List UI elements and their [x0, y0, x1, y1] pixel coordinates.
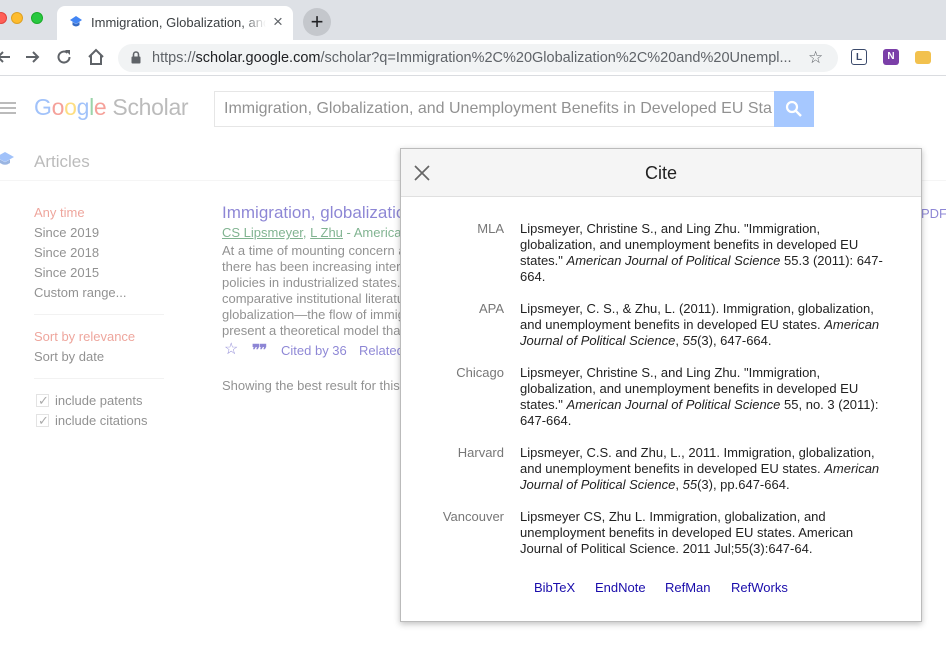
back-arrow-icon[interactable]	[0, 47, 14, 67]
refworks-link[interactable]: RefWorks	[731, 580, 788, 595]
bibtex-link[interactable]: BibTeX	[534, 580, 575, 595]
citation-text[interactable]: Lipsmeyer, C.S. and Zhu, L., 2011. Immig…	[520, 445, 892, 493]
export-links: BibTeX EndNote RefMan RefWorks	[401, 580, 921, 598]
reload-icon[interactable]	[54, 47, 74, 67]
bookmark-star-icon[interactable]: ☆	[808, 48, 823, 68]
citation-text[interactable]: Lipsmeyer, Christine S., and Ling Zhu. "…	[520, 365, 892, 429]
browser-toolbar: https://scholar.google.com/scholar?q=Imm…	[0, 40, 946, 76]
citation-format-label: Chicago	[456, 365, 504, 380]
cite-dialog-title: Cite	[644, 163, 677, 183]
browser-tab[interactable]: Immigration, Globalization, and Unemploy…	[57, 6, 293, 40]
citation-text[interactable]: Lipsmeyer, Christine S., and Ling Zhu. "…	[520, 221, 892, 285]
onenote-extension-icon[interactable]: N	[883, 49, 899, 65]
tab-close-icon[interactable]: ×	[273, 13, 283, 30]
tab-title: Immigration, Globalization, and Unemploy…	[91, 15, 266, 30]
address-bar[interactable]: https://scholar.google.com/scholar?q=Imm…	[118, 44, 838, 72]
lock-icon[interactable]	[131, 51, 141, 69]
window-zoom-button[interactable]	[31, 12, 43, 24]
citation-text[interactable]: Lipsmeyer, C. S., & Zhu, L. (2011). Immi…	[520, 301, 892, 349]
refman-link[interactable]: RefMan	[665, 580, 711, 595]
scholar-favicon-icon	[69, 15, 83, 34]
citation-format-label: MLA	[477, 221, 504, 236]
cite-dialog-header: Cite	[401, 149, 921, 197]
home-icon[interactable]	[86, 47, 106, 67]
forward-arrow-icon[interactable]	[22, 47, 42, 67]
folder-extension-icon[interactable]	[915, 51, 931, 64]
cite-dialog: Cite MLA Lipsmeyer, Christine S., and Li…	[400, 148, 922, 622]
url-text: https://scholar.google.com/scholar?q=Imm…	[152, 50, 792, 66]
tab-strip: Immigration, Globalization, and Unemploy…	[0, 0, 946, 40]
new-tab-button[interactable]: +	[303, 8, 331, 36]
endnote-link[interactable]: EndNote	[595, 580, 646, 595]
citation-format-label: APA	[478, 301, 504, 316]
citation-text[interactable]: Lipsmeyer CS, Zhu L. Immigration, global…	[520, 509, 892, 557]
citation-format-label: Harvard	[457, 445, 504, 460]
reader-extension-icon[interactable]: L	[851, 49, 867, 65]
window-minimize-button[interactable]	[11, 12, 23, 24]
window-close-button[interactable]	[0, 12, 7, 24]
citation-format-label: Vancouver	[442, 509, 504, 524]
